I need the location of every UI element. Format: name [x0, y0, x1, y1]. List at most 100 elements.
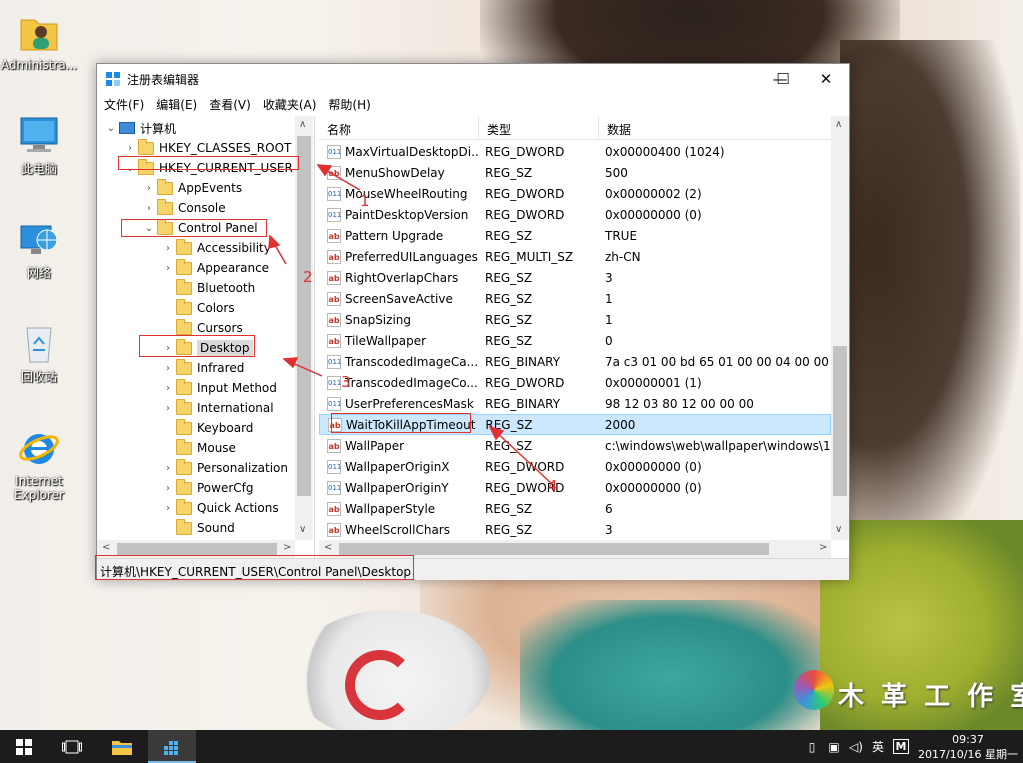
table-row[interactable]: 011 WallpaperOriginY REG_DWORD 0x00000000 (… [319, 477, 831, 498]
binary-value-icon: 011 [327, 375, 341, 390]
tree-node[interactable]: › AppEvents [141, 178, 242, 198]
column-data[interactable]: 数据 [599, 116, 831, 139]
tree-node[interactable]: › Quick Actions [160, 498, 279, 518]
tree-node[interactable]: Sound [160, 518, 235, 538]
volume-icon[interactable]: ◁) [845, 740, 867, 754]
list-scroll-thumb[interactable] [833, 346, 847, 496]
binary-value-icon: 011 [327, 480, 341, 495]
desktop-icon-network[interactable]: 网络 [0, 218, 78, 280]
table-row[interactable]: 011 TranscodedImageCo... REG_DWORD 0x000000… [319, 372, 831, 393]
tree-node[interactable]: ⌄ 计算机 [103, 118, 176, 138]
string-value-icon: ab [327, 291, 341, 306]
value-data: 0x00000400 (1024) [605, 144, 725, 159]
maximize-button[interactable]: ☐ [760, 64, 806, 94]
table-row[interactable]: ab MenuShowDelay REG_SZ 500 [319, 162, 831, 183]
tree-vertical-scrollbar[interactable]: ∧ ∨ [295, 116, 313, 540]
list-scroll-right-icon[interactable]: > [819, 542, 827, 553]
table-row[interactable]: ab RightOverlapChars REG_SZ 3 [319, 267, 831, 288]
list-scroll-left-icon[interactable]: < [324, 542, 332, 553]
tree-node[interactable]: › Accessibility [160, 238, 271, 258]
table-row[interactable]: 011 WallpaperOriginX REG_DWORD 0x00000000 (… [319, 456, 831, 477]
table-row[interactable]: ab WallpaperStyle REG_SZ 6 [319, 498, 831, 519]
wallpaper-top [520, 600, 820, 730]
tree-node[interactable]: › Appearance [160, 258, 269, 278]
chevron-right-icon[interactable]: › [141, 203, 157, 214]
chevron-right-icon[interactable]: › [160, 503, 176, 514]
value-name-cell: ab Pattern Upgrade [319, 228, 479, 243]
taskbar-clock[interactable]: 09:37 2017/10/16 星期一 [913, 732, 1023, 762]
column-type[interactable]: 类型 [479, 116, 599, 139]
registry-editor-window[interactable]: 注册表编辑器 — ☐ ✕ 文件(F) 编辑(E) 查看(V) 收藏夹(A) 帮助… [96, 63, 850, 580]
list-scroll-down-icon[interactable]: ∨ [835, 524, 842, 535]
column-name[interactable]: 名称 [319, 116, 479, 139]
chevron-right-icon[interactable]: › [160, 463, 176, 474]
tree-node[interactable]: Mouse [160, 438, 236, 458]
tree-hscroll-thumb[interactable] [117, 543, 277, 555]
chevron-right-icon[interactable]: › [160, 243, 176, 254]
scroll-up-icon[interactable]: ∧ [299, 119, 306, 130]
chevron-right-icon[interactable]: › [160, 483, 176, 494]
tree-node[interactable]: › Console [141, 198, 226, 218]
value-name: TileWallpaper [345, 333, 427, 348]
scroll-right-icon[interactable]: > [283, 542, 291, 553]
tree-scroll-thumb[interactable] [297, 136, 311, 496]
value-data: 0x00000000 (0) [605, 480, 702, 495]
close-button[interactable]: ✕ [803, 64, 849, 94]
table-row[interactable]: ab PreferredUILanguages REG_MULTI_SZ zh-CN [319, 246, 831, 267]
chevron-down-icon[interactable]: ⌄ [103, 123, 119, 134]
chevron-right-icon[interactable]: › [122, 143, 138, 154]
table-row[interactable]: ab SnapSizing REG_SZ 1 [319, 309, 831, 330]
ime-mode-indicator[interactable]: M [893, 739, 909, 754]
table-row[interactable]: 011 PaintDesktopVersion REG_DWORD 0x0000000… [319, 204, 831, 225]
tree-node[interactable]: › PowerCfg [160, 478, 254, 498]
scroll-left-icon[interactable]: < [102, 542, 110, 553]
tree-node[interactable]: Bluetooth [160, 278, 255, 298]
table-row[interactable]: ab TileWallpaper REG_SZ 0 [319, 330, 831, 351]
menu-edit[interactable]: 编辑(E) [149, 94, 202, 114]
table-row[interactable]: 011 TranscodedImageCa... REG_BINARY 7a c3 0… [319, 351, 831, 372]
menu-favorites[interactable]: 收藏夹(A) [256, 94, 322, 114]
scroll-down-icon[interactable]: ∨ [299, 524, 306, 535]
value-name-cell: ab ScreenSaveActive [319, 291, 479, 306]
tree-node[interactable]: Colors [160, 298, 235, 318]
table-row[interactable]: 011 UserPreferencesMask REG_BINARY 98 12 03… [319, 393, 831, 414]
ime-language-indicator[interactable]: 英 [867, 738, 889, 755]
chevron-right-icon[interactable]: › [160, 263, 176, 274]
network-status-icon[interactable]: ▣ [823, 740, 845, 754]
desktop-icon-internet-explorer[interactable]: Internet Explorer [0, 426, 78, 502]
tree-node[interactable]: Keyboard [160, 418, 253, 438]
task-view-button[interactable] [48, 730, 96, 763]
registry-editor-button[interactable] [148, 730, 196, 763]
usb-device-icon[interactable]: ▯ [801, 740, 823, 754]
computer-icon [17, 114, 61, 158]
tree-node[interactable]: › Personalization [160, 458, 288, 478]
table-row[interactable]: ab WheelScrollChars REG_SZ 3 [319, 519, 831, 540]
chevron-right-icon[interactable]: › [160, 383, 176, 394]
menu-help[interactable]: 帮助(H) [321, 94, 375, 114]
tree-node[interactable]: › International [160, 398, 274, 418]
table-row[interactable]: ab ScreenSaveActive REG_SZ 1 [319, 288, 831, 309]
desktop-icon-this-pc[interactable]: 此电脑 [0, 114, 78, 176]
chevron-right-icon[interactable]: › [160, 363, 176, 374]
tree-node[interactable]: › Infrared [160, 358, 244, 378]
title-bar[interactable]: 注册表编辑器 — [97, 64, 849, 94]
binary-value-icon: 011 [327, 186, 341, 201]
start-button[interactable] [0, 730, 48, 763]
chevron-right-icon[interactable]: › [141, 183, 157, 194]
tree-node[interactable]: › Input Method [160, 378, 277, 398]
tree-node[interactable]: › HKEY_CLASSES_ROOT [122, 138, 291, 158]
list-scroll-up-icon[interactable]: ∧ [835, 119, 842, 130]
table-row[interactable]: ab WallPaper REG_SZ c:\windows\web\wallpape… [319, 435, 831, 456]
values-list[interactable]: 名称 类型 数据 011 MaxVirtualDesktopDi... REG_DW… [319, 116, 849, 558]
desktop-icon-administrator[interactable]: Administra... [0, 10, 78, 72]
file-explorer-button[interactable] [98, 730, 146, 763]
table-row[interactable]: 011 MouseWheelRouting REG_DWORD 0x00000002 … [319, 183, 831, 204]
table-row[interactable]: ab Pattern Upgrade REG_SZ TRUE [319, 225, 831, 246]
list-hscroll-thumb[interactable] [339, 543, 769, 555]
menu-file[interactable]: 文件(F) [97, 94, 149, 114]
table-row[interactable]: 011 MaxVirtualDesktopDi... REG_DWORD 0x0000… [319, 141, 831, 162]
menu-view[interactable]: 查看(V) [202, 94, 256, 114]
list-vertical-scrollbar[interactable]: ∧ ∨ [831, 116, 849, 540]
desktop-icon-recycle-bin[interactable]: 回收站 [0, 322, 78, 384]
chevron-right-icon[interactable]: › [160, 403, 176, 414]
